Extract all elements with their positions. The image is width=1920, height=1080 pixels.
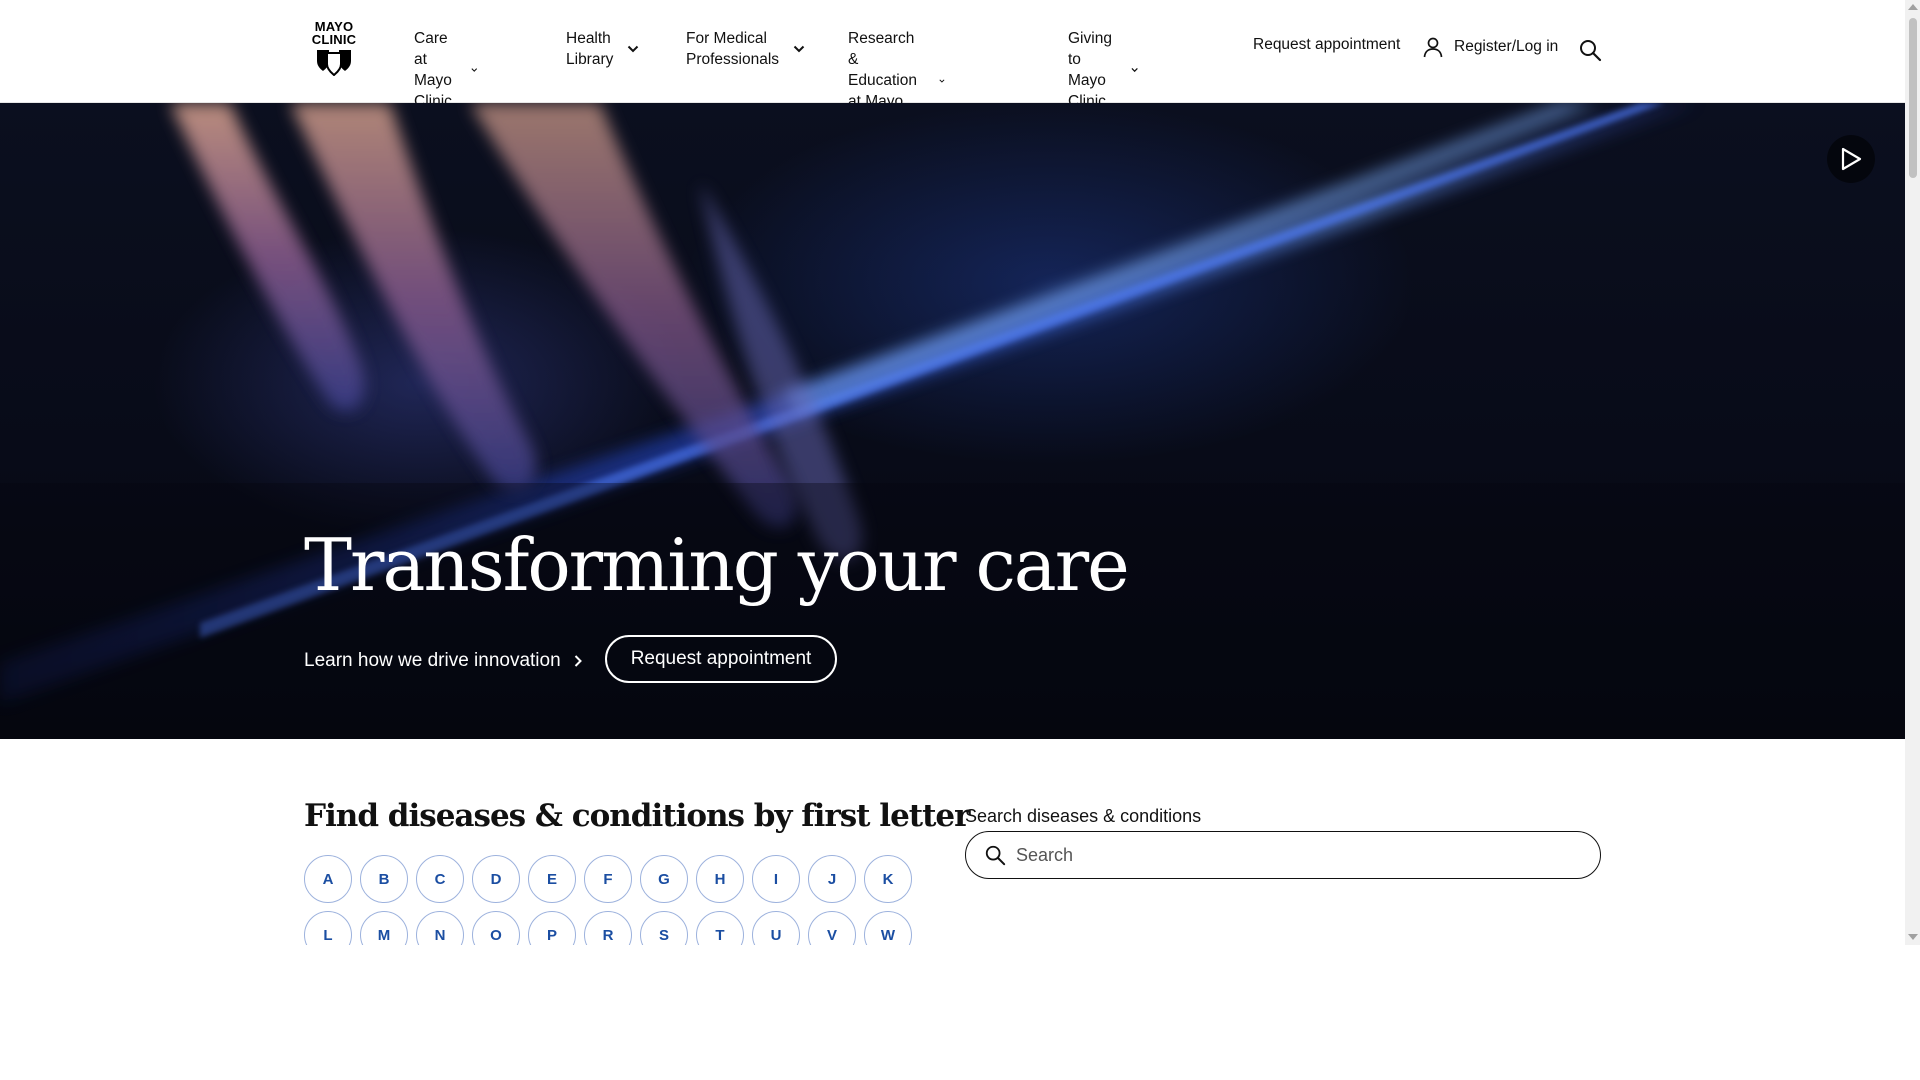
nav-item-giving[interactable]: Giving to Mayo Clinic <box>1068 28 1138 112</box>
vertical-scrollbar[interactable] <box>1905 0 1920 945</box>
letter-button-t[interactable]: T <box>696 911 744 945</box>
letter-button-k[interactable]: K <box>864 855 912 903</box>
nav-item-health-library[interactable]: Health Library <box>566 28 639 70</box>
hero-background-image <box>0 103 1905 739</box>
nav-item-medical-professionals[interactable]: For Medical Professionals <box>686 28 805 70</box>
letter-button-b[interactable]: B <box>360 855 408 903</box>
letter-button-o[interactable]: O <box>472 911 520 945</box>
mayo-shields-icon <box>317 50 351 76</box>
letter-button-p[interactable]: P <box>528 911 576 945</box>
letter-button-r[interactable]: R <box>584 911 632 945</box>
letter-button-j[interactable]: J <box>808 855 856 903</box>
user-icon <box>1423 37 1443 58</box>
chevron-down-icon <box>628 45 639 53</box>
letter-button-c[interactable]: C <box>416 855 464 903</box>
scroll-thumb[interactable] <box>1909 18 1917 178</box>
mayo-clinic-logo[interactable]: MAYO CLINIC <box>308 20 360 82</box>
search-icon <box>985 845 1006 866</box>
scroll-down-arrow-icon[interactable] <box>1908 934 1918 940</box>
chevron-down-icon <box>1131 68 1138 73</box>
letter-button-u[interactable]: U <box>752 911 800 945</box>
nav-label-health-library: Health Library <box>566 30 614 68</box>
nav-label-medical-professionals: For Medical Professionals <box>686 30 780 68</box>
play-icon <box>1841 147 1862 171</box>
request-appointment-link[interactable]: Request appointment <box>1253 36 1400 54</box>
letter-button-w[interactable]: W <box>864 911 912 945</box>
search-icon[interactable] <box>1578 38 1602 62</box>
chevron-down-icon <box>939 78 945 83</box>
play-video-button[interactable] <box>1827 135 1875 183</box>
register-login-label: Register/Log in <box>1454 38 1559 55</box>
chevron-right-icon <box>574 655 582 667</box>
letter-index: A B C D E F G H I J K L M N O P R S T U … <box>304 855 924 945</box>
chevron-down-icon <box>471 68 478 72</box>
search-diseases-input[interactable] <box>1016 844 1576 866</box>
learn-innovation-link[interactable]: Learn how we drive innovation <box>304 650 583 672</box>
blank-area <box>0 945 1920 1080</box>
page-viewport: MAYO CLINIC Care at Mayo Clinic Health L… <box>0 0 1905 945</box>
letter-button-l[interactable]: L <box>304 911 352 945</box>
letter-button-e[interactable]: E <box>528 855 576 903</box>
search-diseases-box <box>965 831 1601 879</box>
letter-button-i[interactable]: I <box>752 855 800 903</box>
register-login-link[interactable]: Register/Log in <box>1422 36 1558 58</box>
scroll-up-arrow-icon[interactable] <box>1908 4 1918 10</box>
nav-label-care: Care at Mayo Clinic <box>414 30 452 110</box>
letter-button-m[interactable]: M <box>360 911 408 945</box>
letter-button-n[interactable]: N <box>416 911 464 945</box>
letter-button-f[interactable]: F <box>584 855 632 903</box>
hero-request-appointment-button[interactable]: Request appointment <box>605 635 837 683</box>
search-diseases-label: Search diseases & conditions <box>965 806 1202 826</box>
logo-text-line2: CLINIC <box>311 32 357 47</box>
hero-title: Transforming your care <box>304 523 1130 607</box>
nav-label-giving: Giving to Mayo Clinic <box>1068 30 1112 110</box>
letter-button-g[interactable]: G <box>640 855 688 903</box>
chevron-down-icon <box>793 45 805 53</box>
find-diseases-title: Find diseases & conditions by first lett… <box>304 798 970 834</box>
letter-button-s[interactable]: S <box>640 911 688 945</box>
letter-button-h[interactable]: H <box>696 855 744 903</box>
letter-button-v[interactable]: V <box>808 911 856 945</box>
letter-button-d[interactable]: D <box>472 855 520 903</box>
learn-innovation-label: Learn how we drive innovation <box>304 650 561 671</box>
hero-banner: Transforming your care Learn how we driv… <box>0 103 1905 739</box>
letter-button-a[interactable]: A <box>304 855 352 903</box>
nav-item-care[interactable]: Care at Mayo Clinic <box>414 28 478 112</box>
site-header: MAYO CLINIC Care at Mayo Clinic Health L… <box>0 0 1905 131</box>
